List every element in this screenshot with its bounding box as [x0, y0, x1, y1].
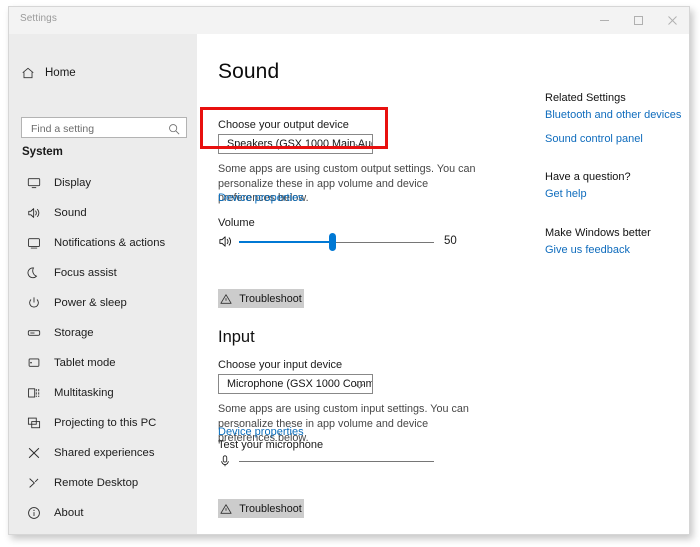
- input-troubleshoot-label: Troubleshoot: [239, 503, 302, 515]
- sidebar-item-shared-experiences[interactable]: Shared experiences: [9, 438, 197, 468]
- sidebar-item-home[interactable]: Home: [21, 62, 181, 84]
- bluetooth-and-other-devices-link[interactable]: Bluetooth and other devices: [545, 109, 681, 121]
- storage-icon: [26, 326, 41, 341]
- moon-icon: [26, 266, 41, 281]
- sidebar-item-remote-desktop[interactable]: Remote Desktop: [9, 468, 197, 498]
- volume-value: 50: [444, 235, 457, 247]
- volume-track-filled: [239, 241, 333, 243]
- speaker-icon: [26, 206, 41, 221]
- projecting-icon: [26, 416, 41, 431]
- input-device-dropdown[interactable]: Microphone (GSX 1000 Communi...: [218, 374, 373, 394]
- sidebar-item-label: Notifications & actions: [54, 237, 165, 249]
- maximize-button[interactable]: [621, 7, 655, 34]
- sidebar-item-label: Sound: [54, 207, 87, 219]
- output-device-properties-link[interactable]: Device properties: [218, 192, 304, 204]
- sidebar-item-notifications[interactable]: Notifications & actions: [9, 228, 197, 258]
- sidebar-item-label: Multitasking: [54, 387, 114, 399]
- input-troubleshoot-button[interactable]: Troubleshoot: [218, 499, 304, 518]
- page-title: Sound: [218, 60, 279, 84]
- have-a-question-heading: Have a question?: [545, 171, 631, 183]
- close-icon: [667, 15, 678, 26]
- warning-triangle-icon: [220, 293, 232, 305]
- monitor-icon: [26, 176, 41, 191]
- sidebar-item-label: Remote Desktop: [54, 477, 138, 489]
- remote-desktop-icon: [26, 476, 41, 491]
- output-troubleshoot-label: Troubleshoot: [239, 293, 302, 305]
- sidebar-group-title: System: [22, 146, 63, 158]
- related-settings-heading: Related Settings: [545, 92, 626, 104]
- output-device-dropdown[interactable]: Speakers (GSX 1000 Main Audio): [218, 134, 373, 154]
- sidebar-nav: Display Sound: [9, 168, 197, 528]
- close-button[interactable]: [655, 7, 689, 34]
- sidebar-item-tablet-mode[interactable]: Tablet mode: [9, 348, 197, 378]
- sidebar-item-sound[interactable]: Sound: [9, 198, 197, 228]
- sidebar-item-projecting[interactable]: Projecting to this PC: [9, 408, 197, 438]
- screen: Settings: [0, 0, 700, 547]
- input-device-label: Choose your input device: [218, 359, 342, 371]
- output-device-value: Speakers (GSX 1000 Main Audio): [227, 138, 372, 150]
- sidebar-item-label: Power & sleep: [54, 297, 127, 309]
- volume-track-rest: [333, 242, 434, 243]
- title-bar[interactable]: Settings: [9, 7, 689, 35]
- sidebar-item-label: Storage: [54, 327, 94, 339]
- sidebar: Home System: [9, 34, 197, 534]
- get-help-link[interactable]: Get help: [545, 188, 587, 200]
- notification-icon: [26, 236, 41, 251]
- window-title: Settings: [20, 13, 57, 24]
- input-section-heading: Input: [218, 328, 255, 347]
- microphone-icon: [218, 454, 232, 468]
- chevron-down-icon: [354, 139, 365, 150]
- home-icon: [21, 66, 35, 80]
- make-windows-better-heading: Make Windows better: [545, 227, 651, 239]
- settings-window: Settings: [8, 6, 690, 535]
- maximize-icon: [633, 15, 644, 26]
- volume-label: Volume: [218, 217, 255, 229]
- main-content: Sound Choose your output device Speakers…: [197, 34, 689, 534]
- sidebar-item-label: Focus assist: [54, 267, 117, 279]
- sidebar-item-multitasking[interactable]: Multitasking: [9, 378, 197, 408]
- input-device-properties-link[interactable]: Device properties: [218, 426, 304, 438]
- input-device-value: Microphone (GSX 1000 Communi...: [227, 378, 372, 390]
- output-troubleshoot-button[interactable]: Troubleshoot: [218, 289, 304, 308]
- sidebar-item-display[interactable]: Display: [9, 168, 197, 198]
- test-microphone-label: Test your microphone: [218, 439, 323, 451]
- power-icon: [26, 296, 41, 311]
- sidebar-item-label: Projecting to this PC: [54, 417, 156, 429]
- give-us-feedback-link[interactable]: Give us feedback: [545, 244, 630, 256]
- sidebar-item-label: Tablet mode: [54, 357, 116, 369]
- sound-control-panel-link[interactable]: Sound control panel: [545, 133, 643, 145]
- search-icon: [168, 122, 180, 134]
- tablet-icon: [26, 356, 41, 371]
- multitasking-icon: [26, 386, 41, 401]
- warning-triangle-icon: [220, 503, 232, 515]
- sidebar-item-label: About: [54, 507, 84, 519]
- sidebar-item-label: Shared experiences: [54, 447, 154, 459]
- minimize-icon: [599, 15, 610, 26]
- sidebar-home-label: Home: [45, 67, 76, 79]
- shared-icon: [26, 446, 41, 461]
- output-device-label: Choose your output device: [218, 119, 349, 131]
- minimize-button[interactable]: [587, 7, 621, 34]
- microphone-level-meter: [239, 461, 434, 462]
- search-box[interactable]: [21, 117, 187, 138]
- window-controls: [587, 7, 689, 34]
- volume-slider-thumb[interactable]: [329, 233, 336, 251]
- search-input[interactable]: [29, 118, 168, 139]
- volume-speaker-icon: [218, 234, 233, 249]
- sidebar-item-label: Display: [54, 177, 91, 189]
- sidebar-item-about[interactable]: About: [9, 498, 197, 528]
- info-icon: [26, 506, 41, 521]
- sidebar-item-storage[interactable]: Storage: [9, 318, 197, 348]
- sidebar-item-focus-assist[interactable]: Focus assist: [9, 258, 197, 288]
- chevron-down-icon: [354, 379, 365, 390]
- content-scrollbar[interactable]: [684, 34, 689, 534]
- sidebar-item-power-sleep[interactable]: Power & sleep: [9, 288, 197, 318]
